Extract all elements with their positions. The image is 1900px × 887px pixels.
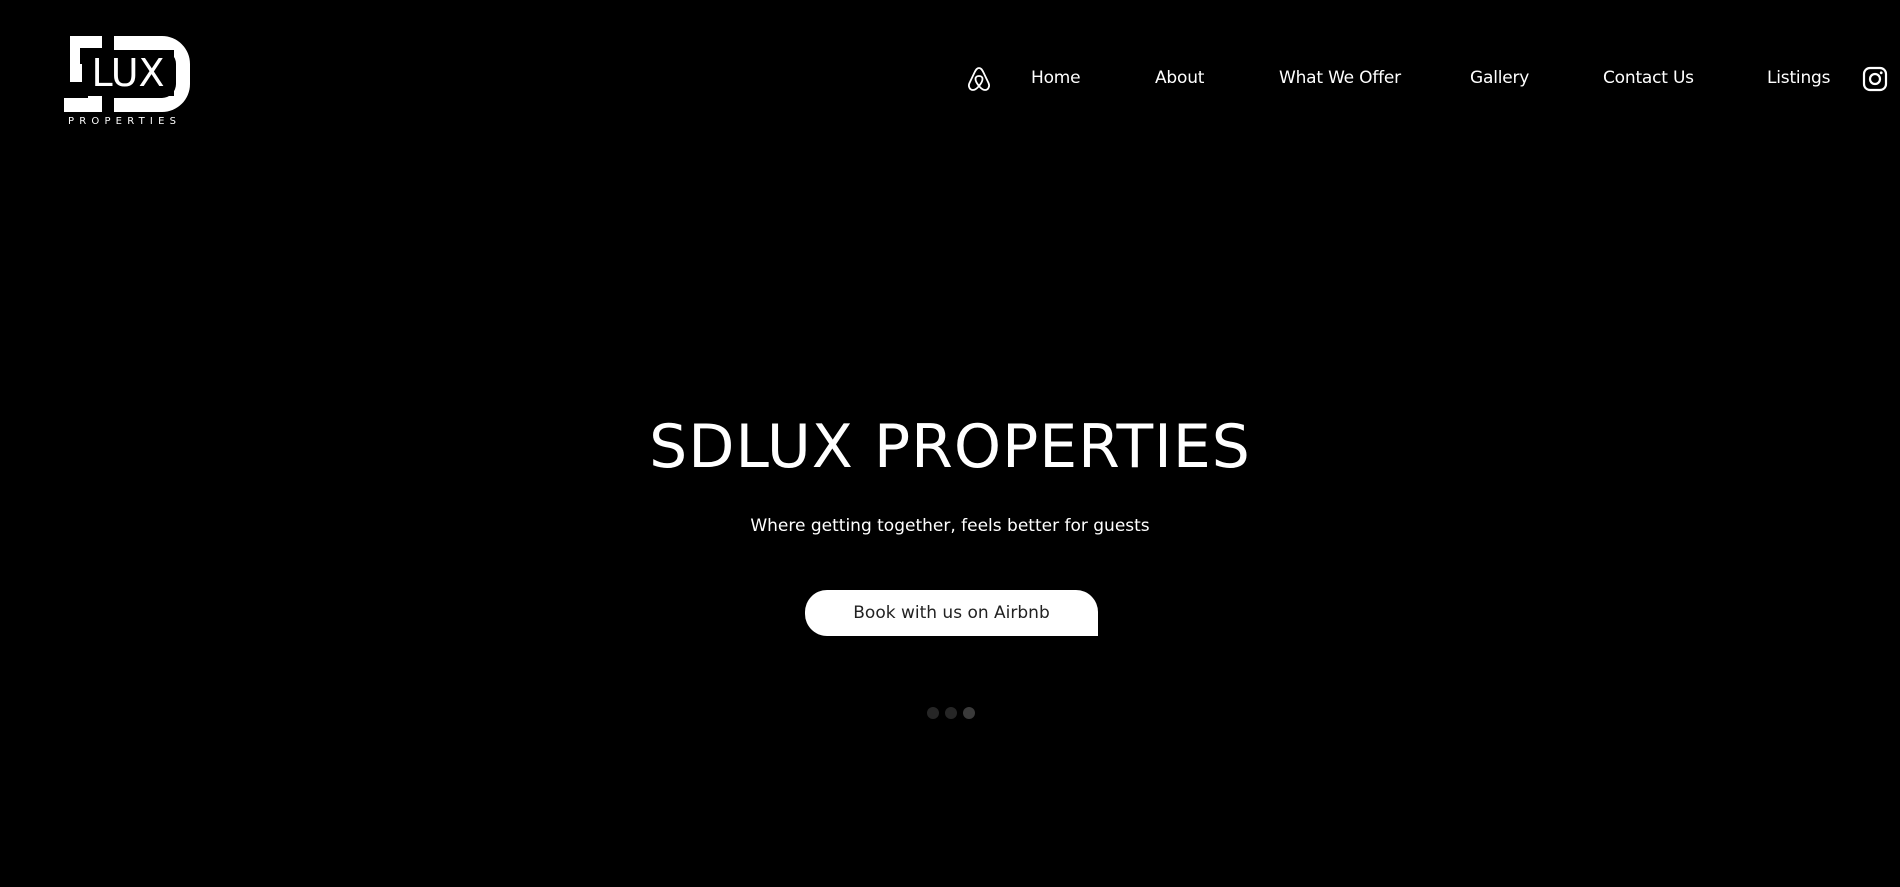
slide-dot-2[interactable] [945,707,957,719]
nav-item-contact-us[interactable]: Contact Us [1603,68,1694,88]
nav-item-listings[interactable]: Listings [1767,68,1830,88]
slide-dot-3[interactable] [963,707,975,719]
slide-dot-1[interactable] [927,707,939,719]
logo-subtext: PROPERTIES [68,116,182,127]
hero-title: SDLUX PROPERTIES [649,412,1251,482]
nav-item-what-we-offer[interactable]: What We Offer [1279,68,1401,88]
airbnb-icon[interactable] [965,65,993,93]
slider-dots [927,707,975,719]
hero-subtitle: Where getting together, feels better for… [750,516,1150,536]
book-airbnb-button[interactable]: Book with us on Airbnb [805,590,1098,636]
instagram-icon[interactable] [1862,66,1888,92]
brand-logo[interactable]: LUX PROPERTIES [62,34,192,130]
logo-mark: LUX [64,36,190,112]
page: LUX PROPERTIES Home About What We Offer … [0,0,1900,887]
logo-text: LUX [91,51,164,95]
nav-item-gallery[interactable]: Gallery [1470,68,1529,88]
nav-item-home[interactable]: Home [1031,68,1081,88]
nav-item-about[interactable]: About [1155,68,1204,88]
